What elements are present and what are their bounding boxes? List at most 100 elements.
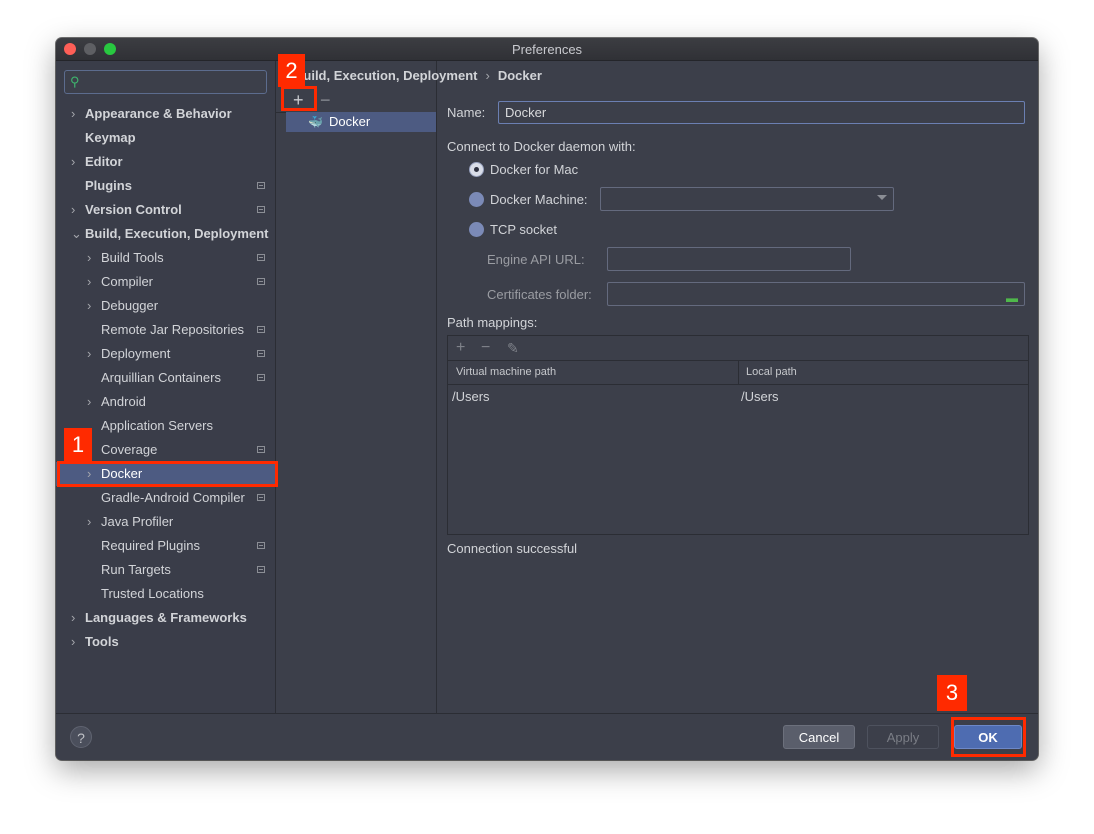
chevron-right-icon[interactable]: › — [71, 606, 75, 630]
chevron-right-icon[interactable]: › — [71, 102, 75, 126]
sidebar-item-label: Deployment — [101, 346, 171, 361]
breadcrumb: Build, Execution, Deployment › Docker — [294, 68, 542, 83]
sidebar-item-android[interactable]: › Android — [56, 390, 275, 414]
sidebar-item-label: Compiler — [101, 274, 154, 289]
path-mappings-toolbar: + − ✎ — [448, 336, 1028, 361]
chevron-right-icon[interactable]: › — [87, 342, 91, 366]
sidebar-item-languages-frameworks[interactable]: › Languages & Frameworks — [56, 606, 275, 630]
project-scope-icon — [257, 326, 265, 333]
tcp-socket-radio[interactable] — [469, 222, 484, 237]
project-scope-icon — [257, 278, 265, 285]
engine-api-url-label: Engine API URL: — [487, 252, 585, 267]
sidebar-item-label: Android — [101, 394, 146, 409]
project-scope-icon — [257, 206, 265, 213]
chevron-down-icon[interactable]: ⌄ — [71, 222, 82, 246]
sidebar-item-keymap[interactable]: Keymap — [56, 126, 275, 150]
chevron-right-icon[interactable]: › — [87, 294, 91, 318]
sidebar-item-label: Editor — [85, 154, 123, 169]
vm-path-cell: /Users — [452, 389, 490, 404]
sidebar-item-required-plugins[interactable]: Required Plugins — [56, 534, 275, 558]
sidebar-item-appearance-behavior[interactable]: › Appearance & Behavior — [56, 102, 275, 126]
certificates-folder-label: Certificates folder: — [487, 287, 592, 302]
chevron-right-icon[interactable]: › — [87, 246, 91, 270]
highlight-ok-button — [951, 717, 1026, 757]
docker-machine-radio[interactable] — [469, 192, 484, 207]
dialog-button-bar: ? Cancel Apply OK — [56, 713, 1038, 760]
chevron-right-icon[interactable]: › — [87, 390, 91, 414]
sidebar-item-label: Languages & Frameworks — [85, 610, 247, 625]
docker-config-form: Name: Connect to Docker daemon with: Doc… — [437, 83, 1038, 713]
sidebar-item-trusted-locations[interactable]: Trusted Locations — [56, 582, 275, 606]
sidebar-item-label: Gradle-Android Compiler — [101, 490, 245, 505]
sidebar-item-label: Java Profiler — [101, 514, 174, 529]
sidebar-item-tools[interactable]: › Tools — [56, 630, 275, 654]
sidebar-item-build-execution-deployment[interactable]: ⌄ Build, Execution, Deployment — [56, 222, 275, 246]
project-scope-icon — [257, 350, 265, 357]
sidebar-item-version-control[interactable]: › Version Control — [56, 198, 275, 222]
chevron-right-icon[interactable]: › — [87, 270, 91, 294]
folder-icon[interactable]: ▬ — [1006, 288, 1018, 308]
chevron-right-icon[interactable]: › — [87, 510, 91, 534]
sidebar-item-remote-jar-repositories[interactable]: Remote Jar Repositories — [56, 318, 275, 342]
sidebar-item-debugger[interactable]: › Debugger — [56, 294, 275, 318]
title-bar: Preferences — [56, 38, 1038, 61]
sidebar-item-label: Application Servers — [101, 418, 213, 433]
project-scope-icon — [257, 566, 265, 573]
cancel-button[interactable]: Cancel — [783, 725, 855, 749]
breadcrumb-separator: › — [485, 68, 490, 83]
sidebar-item-label: Build, Execution, Deployment — [85, 226, 269, 241]
sidebar-item-editor[interactable]: › Editor — [56, 150, 275, 174]
sidebar-item-java-profiler[interactable]: › Java Profiler — [56, 510, 275, 534]
docker-for-mac-radio[interactable] — [469, 162, 484, 177]
breadcrumb-parent[interactable]: Build, Execution, Deployment — [294, 68, 477, 83]
sidebar-item-gradle-android-compiler[interactable]: Gradle-Android Compiler — [56, 486, 275, 510]
sidebar-item-label: Run Targets — [101, 562, 171, 577]
docker-server-item[interactable]: 🐳 Docker — [286, 112, 436, 132]
window-title: Preferences — [511, 42, 583, 57]
step-3-badge: 3 — [937, 675, 967, 711]
sidebar-item-run-targets[interactable]: Run Targets — [56, 558, 275, 582]
sidebar-item-arquillian-containers[interactable]: Arquillian Containers — [56, 366, 275, 390]
certificates-folder-input[interactable]: ▬ — [607, 282, 1025, 306]
apply-button[interactable]: Apply — [867, 725, 939, 749]
sidebar-item-plugins[interactable]: Plugins — [56, 174, 275, 198]
edit-mapping-button[interactable]: ✎ — [507, 336, 519, 360]
add-mapping-button[interactable]: + — [456, 336, 465, 360]
remove-docker-button[interactable]: − — [320, 88, 331, 112]
path-mappings-table: + − ✎ Virtual machine path Local path /U… — [447, 335, 1029, 535]
sidebar-item-label: Keymap — [85, 130, 136, 145]
project-scope-icon — [257, 182, 265, 189]
help-button[interactable]: ? — [70, 726, 92, 748]
column-divider[interactable] — [738, 361, 739, 384]
docker-server-label: Docker — [329, 114, 371, 129]
project-scope-icon — [257, 254, 265, 261]
sidebar-item-label: Plugins — [85, 178, 132, 193]
sidebar-item-compiler[interactable]: › Compiler — [56, 270, 275, 294]
sidebar-item-label: Appearance & Behavior — [85, 106, 232, 121]
breadcrumb-current: Docker — [497, 68, 542, 83]
sidebar-item-label: Coverage — [101, 442, 158, 457]
preferences-window: Preferences ⚲ › Appearance & Behavior Keym… — [56, 38, 1038, 760]
docker-machine-select[interactable] — [600, 187, 894, 211]
path-mappings-label: Path mappings: — [447, 315, 538, 330]
sidebar-item-build-tools[interactable]: › Build Tools — [56, 246, 275, 270]
sidebar-item-label: Debugger — [101, 298, 159, 313]
sidebar-item-label: Tools — [85, 634, 119, 649]
chevron-right-icon[interactable]: › — [71, 630, 75, 654]
column-header-vm-path[interactable]: Virtual machine path — [456, 366, 556, 378]
tcp-socket-label: TCP socket — [490, 222, 557, 237]
sidebar-item-deployment[interactable]: › Deployment — [56, 342, 275, 366]
search-icon: ⚲ — [70, 74, 80, 89]
project-scope-icon — [257, 374, 265, 381]
chevron-right-icon[interactable]: › — [71, 198, 75, 222]
name-input[interactable] — [498, 101, 1025, 124]
remove-mapping-button[interactable]: − — [481, 336, 490, 360]
column-header-local-path[interactable]: Local path — [746, 366, 797, 378]
engine-api-url-input[interactable] — [607, 247, 851, 271]
settings-search-field[interactable]: ⚲ — [64, 70, 267, 94]
docker-whale-icon: 🐳 — [308, 115, 323, 129]
chevron-right-icon[interactable]: › — [71, 150, 75, 174]
name-label: Name: — [447, 105, 486, 120]
highlight-docker-item — [57, 461, 278, 487]
connect-label: Connect to Docker daemon with: — [447, 139, 636, 154]
